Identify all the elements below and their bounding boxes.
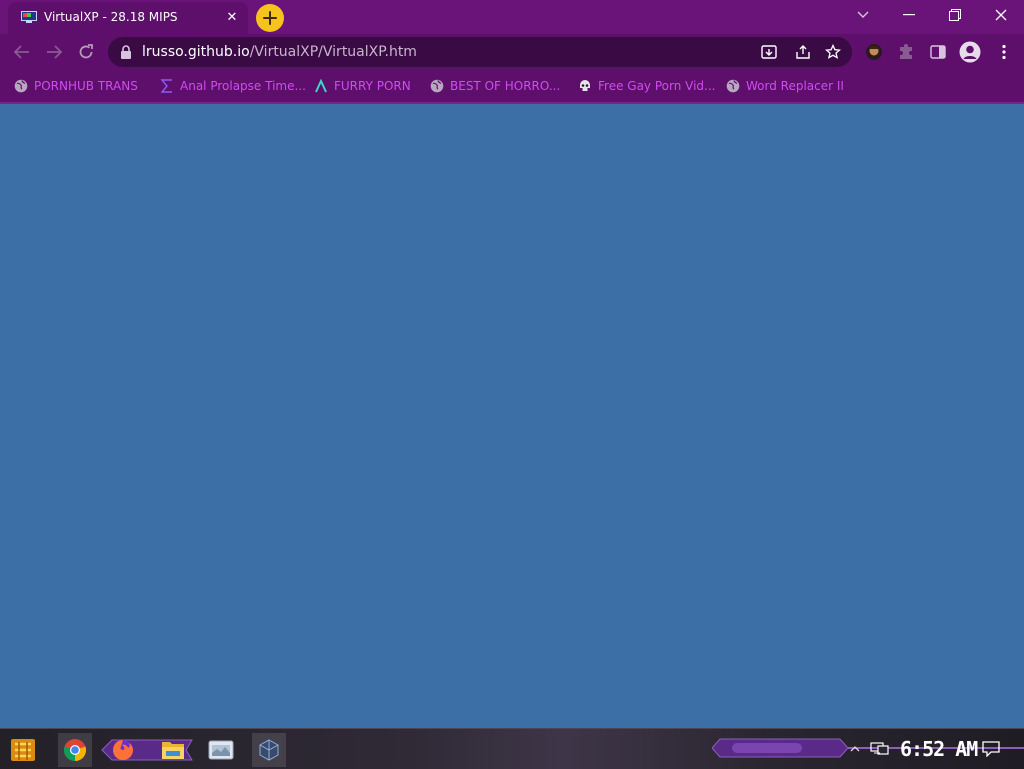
side-panel-icon xyxy=(930,45,946,59)
extension-avatar-button[interactable] xyxy=(862,40,886,64)
bookmark-item[interactable]: PORNHUB TRANS xyxy=(14,78,138,94)
taskbar-firefox[interactable] xyxy=(106,733,140,767)
back-icon xyxy=(14,45,29,59)
chrome-icon xyxy=(63,739,87,762)
address-bar[interactable]: lrusso.github.io/VirtualXP/VirtualXP.htm xyxy=(108,37,852,67)
tab-close-icon[interactable]: ✕ xyxy=(224,10,240,26)
tray-expand-button[interactable] xyxy=(848,741,862,755)
bookmark-label: Free Gay Porn Vid... xyxy=(598,79,716,93)
puzzle-icon xyxy=(900,44,912,59)
plus-icon xyxy=(263,11,277,25)
start-icon xyxy=(11,739,35,761)
network-tray[interactable] xyxy=(870,741,890,757)
bookmark-label: Word Replacer II xyxy=(746,79,844,93)
notifications-button[interactable] xyxy=(982,741,1000,758)
start-button[interactable] xyxy=(6,733,40,767)
url-host: lrusso.github.io xyxy=(142,44,250,60)
network-icon xyxy=(870,742,889,755)
taskbar-clock[interactable]: 6:52 AM xyxy=(900,737,978,761)
bookmark-label: Anal Prolapse Time... xyxy=(180,79,306,93)
minimize-icon xyxy=(903,14,915,16)
bookmark-item[interactable]: Free Gay Porn Vid... xyxy=(578,78,715,94)
browser-menu-button[interactable] xyxy=(992,40,1016,64)
sigma-icon xyxy=(160,79,172,93)
profile-icon xyxy=(959,41,981,63)
close-window-button[interactable] xyxy=(990,6,1012,24)
browser-toolbar: lrusso.github.io/VirtualXP/VirtualXP.htm xyxy=(0,34,1024,70)
restore-button[interactable] xyxy=(944,6,966,24)
bookmark-label: PORNHUB TRANS xyxy=(34,79,138,93)
globe-icon xyxy=(14,79,28,93)
bookmark-star-button[interactable] xyxy=(824,43,842,61)
taskbar-file-explorer[interactable] xyxy=(156,733,190,767)
virtualbox-icon xyxy=(259,739,279,761)
window-app-icon xyxy=(208,740,234,760)
notification-icon xyxy=(982,741,1000,758)
bookmark-label: FURRY PORN xyxy=(334,79,411,93)
bookmark-item[interactable]: Anal Prolapse Time... xyxy=(160,78,306,94)
bookmark-item[interactable]: BEST OF HORRO... xyxy=(430,78,560,94)
minimize-button[interactable] xyxy=(898,6,920,24)
lambda-icon xyxy=(315,79,327,93)
tab-search-button[interactable] xyxy=(852,6,874,24)
taskbar-chrome[interactable] xyxy=(58,733,92,767)
star-icon xyxy=(825,44,841,59)
firefox-icon xyxy=(113,740,133,760)
side-panel-button[interactable] xyxy=(926,40,950,64)
globe-icon xyxy=(430,79,444,93)
share-icon xyxy=(796,45,810,59)
restore-icon xyxy=(949,9,961,21)
chevron-up-icon xyxy=(850,746,860,752)
folder-icon xyxy=(162,742,184,759)
install-button[interactable] xyxy=(760,43,778,61)
browser-titlebar: VirtualXP - 28.18 MIPS ✕ xyxy=(0,0,1024,34)
bookmark-item[interactable]: FURRY PORN xyxy=(314,78,411,94)
share-button[interactable] xyxy=(794,43,812,61)
taskbar-window-app[interactable] xyxy=(204,733,238,767)
bookmark-item[interactable]: Word Replacer II xyxy=(726,78,844,94)
lock-icon xyxy=(121,45,131,59)
skull-icon xyxy=(580,80,590,91)
forward-icon xyxy=(47,45,62,59)
install-icon xyxy=(761,45,777,59)
url-path: /VirtualXP/VirtualXP.htm xyxy=(249,44,417,60)
tab-title: VirtualXP - 28.18 MIPS xyxy=(44,10,178,24)
forward-button[interactable] xyxy=(42,40,66,64)
tray-purple-band xyxy=(712,738,848,758)
browser-tab[interactable]: VirtualXP - 28.18 MIPS ✕ xyxy=(8,2,248,34)
reload-button[interactable] xyxy=(74,40,98,64)
reload-icon xyxy=(79,44,93,59)
bookmark-label: BEST OF HORRO... xyxy=(450,79,561,93)
emulator-screen[interactable] xyxy=(0,104,1024,728)
new-tab-button[interactable] xyxy=(256,4,284,32)
bookmarks-bar: PORNHUB TRANS Anal Prolapse Time... FURR… xyxy=(0,70,1024,104)
close-icon xyxy=(995,9,1007,21)
extensions-button[interactable] xyxy=(894,40,918,64)
profile-button[interactable] xyxy=(958,40,982,64)
back-button[interactable] xyxy=(10,40,34,64)
monitor-icon xyxy=(21,11,37,23)
url-text: lrusso.github.io/VirtualXP/VirtualXP.htm xyxy=(142,44,417,60)
menu-icon xyxy=(1002,44,1006,60)
avatar-extension-icon xyxy=(866,44,882,60)
globe-icon xyxy=(726,79,740,93)
chevron-down-icon xyxy=(857,11,869,18)
taskbar-virtualbox[interactable] xyxy=(252,733,286,767)
taskbar: 6:52 AM xyxy=(0,728,1024,769)
